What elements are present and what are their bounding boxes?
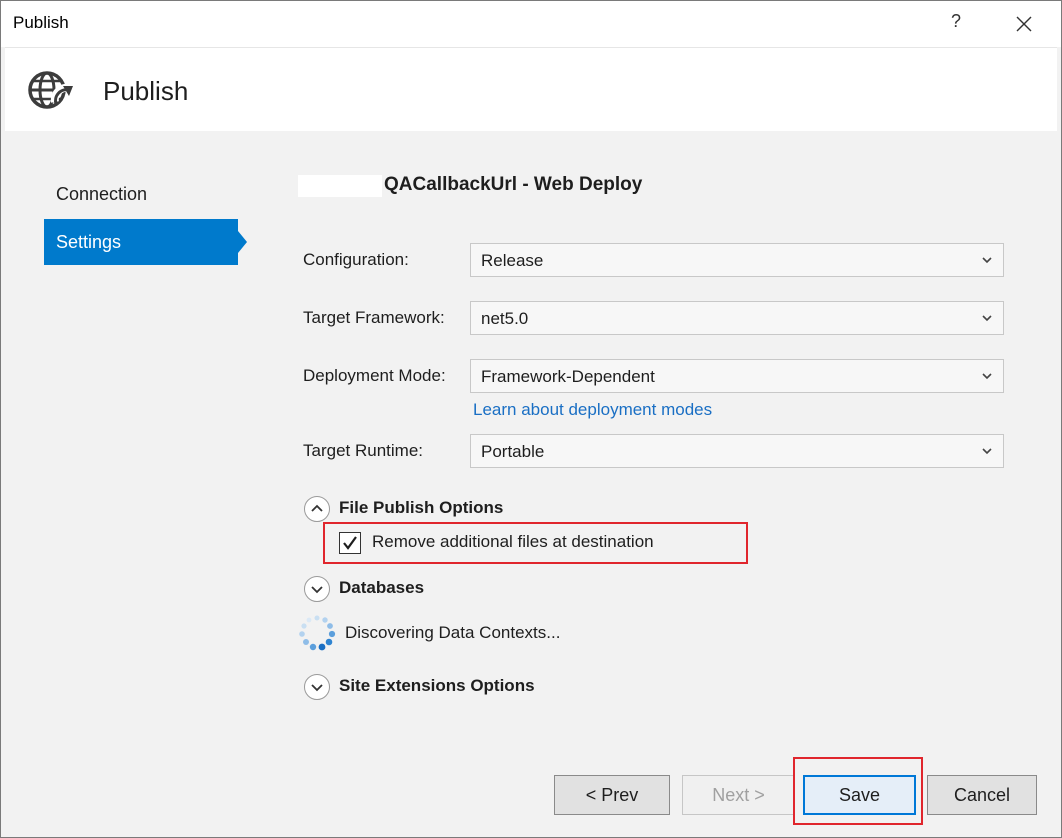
- file-publish-options-title: File Publish Options: [339, 498, 504, 517]
- checkmark-icon: [343, 536, 357, 550]
- cancel-button[interactable]: Cancel: [927, 775, 1037, 815]
- remove-files-label[interactable]: Remove additional files at destination: [372, 532, 654, 552]
- deployment-modes-link[interactable]: Learn about deployment modes: [473, 400, 712, 420]
- deployment-mode-label: Deployment Mode:: [303, 366, 446, 385]
- help-button[interactable]: ?: [941, 11, 971, 37]
- next-button[interactable]: Next >: [682, 775, 795, 815]
- chevron-down-icon: [982, 257, 992, 264]
- file-publish-collapse-button[interactable]: [303, 495, 331, 523]
- target-runtime-label: Target Runtime:: [303, 441, 423, 460]
- page-title: Publish: [103, 76, 189, 106]
- dialog-header: Publish: [5, 47, 1057, 131]
- deployment-mode-select[interactable]: Framework-Dependent: [470, 359, 1004, 393]
- target-framework-label: Target Framework:: [303, 308, 445, 327]
- sidebar-item-label: Connection: [56, 184, 148, 204]
- target-framework-select[interactable]: net5.0: [470, 301, 1004, 335]
- close-icon: [1016, 16, 1032, 32]
- prev-button[interactable]: < Prev: [554, 775, 670, 815]
- redacted-profile-prefix: [298, 175, 382, 197]
- site-extensions-expand-button[interactable]: [303, 673, 331, 701]
- configuration-label: Configuration:: [303, 250, 409, 269]
- publish-dialog: Publish ? Publish Connection Settings QA…: [0, 0, 1062, 838]
- databases-title: Databases: [339, 578, 425, 597]
- sidebar-item-connection[interactable]: Connection: [44, 171, 238, 217]
- deployment-mode-value: Framework-Dependent: [481, 367, 655, 386]
- chevron-down-icon: [982, 448, 992, 455]
- target-framework-value: net5.0: [481, 309, 529, 328]
- close-button[interactable]: [1001, 7, 1047, 41]
- active-nav-indicator: [238, 231, 247, 253]
- title-bar: Publish ?: [1, 1, 1061, 47]
- target-runtime-select[interactable]: Portable: [470, 434, 1004, 468]
- databases-expand-button[interactable]: [303, 575, 331, 603]
- sidebar-item-label: Settings: [56, 232, 122, 252]
- save-button[interactable]: Save: [803, 775, 916, 815]
- profile-title: QACallbackUrl - Web Deploy: [384, 174, 643, 195]
- target-runtime-value: Portable: [481, 442, 545, 461]
- loading-spinner-icon: [299, 615, 336, 651]
- configuration-value: Release: [481, 251, 544, 270]
- globe-publish-icon: [28, 71, 73, 109]
- sidebar-item-settings[interactable]: Settings: [44, 219, 238, 265]
- chevron-down-icon: [982, 373, 992, 380]
- site-extensions-title: Site Extensions Options: [339, 676, 535, 695]
- chevron-down-icon: [982, 315, 992, 322]
- window-title: Publish: [13, 13, 69, 32]
- discovering-status: Discovering Data Contexts...: [345, 623, 561, 642]
- configuration-select[interactable]: Release: [470, 243, 1004, 277]
- remove-files-checkbox[interactable]: [339, 532, 361, 554]
